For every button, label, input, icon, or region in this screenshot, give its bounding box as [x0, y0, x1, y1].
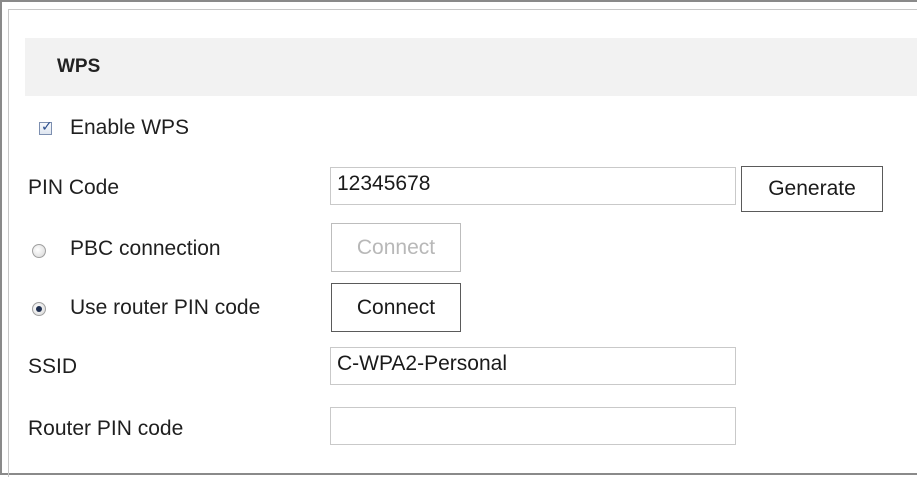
enable-wps-label: Enable WPS	[70, 116, 190, 139]
section-header: WPS	[25, 38, 917, 96]
wps-panel: WPS ✓ Enable WPS PIN Code 12345678 Gener…	[0, 0, 917, 477]
enable-wps-checkbox[interactable]: ✓	[39, 119, 53, 135]
router-pin-radio-icon[interactable]	[32, 302, 46, 316]
router-pin-code-label: Router PIN code	[28, 417, 184, 440]
router-pin-connect-button[interactable]: Connect	[331, 283, 461, 332]
checkmark-icon: ✓	[41, 119, 53, 135]
pbc-connect-button[interactable]: Connect	[331, 223, 461, 272]
pbc-connection-label: PBC connection	[70, 237, 221, 260]
pin-code-input[interactable]: 12345678	[330, 167, 736, 205]
generate-button[interactable]: Generate	[741, 166, 883, 212]
router-pin-code-input[interactable]	[330, 407, 736, 445]
use-router-pin-label: Use router PIN code	[70, 296, 261, 319]
pbc-radio-icon[interactable]	[32, 244, 46, 258]
section-title: WPS	[57, 56, 101, 77]
pin-code-label: PIN Code	[28, 176, 120, 199]
ssid-label: SSID	[28, 355, 78, 378]
ssid-input[interactable]: C-WPA2-Personal	[330, 347, 736, 385]
